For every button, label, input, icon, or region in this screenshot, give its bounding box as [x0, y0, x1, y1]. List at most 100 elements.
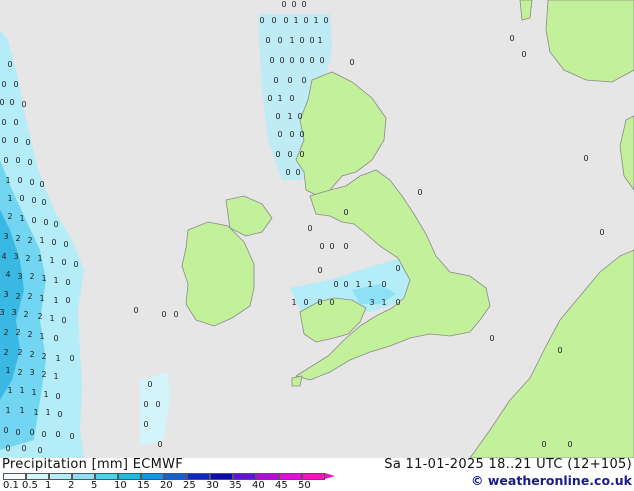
- value-label: 1: [33, 408, 38, 417]
- map-title: Precipitation [mm] ECMWF: [2, 457, 184, 472]
- legend-swatch: [210, 473, 233, 480]
- value-label: 0: [15, 428, 20, 437]
- value-label: 0: [349, 58, 354, 67]
- legend-swatch: [187, 473, 210, 480]
- value-label: 0: [283, 16, 288, 25]
- value-label: 0: [17, 176, 22, 185]
- value-label: 0: [343, 208, 348, 217]
- value-label: 0: [65, 278, 70, 287]
- value-label: 4: [1, 252, 6, 261]
- value-label: 0: [299, 130, 304, 139]
- legend-swatch: [164, 473, 187, 480]
- value-label: 1: [53, 296, 58, 305]
- value-label: 3: [11, 308, 16, 317]
- value-label: 2: [3, 348, 8, 357]
- value-label: 0: [289, 56, 294, 65]
- value-label: 0: [395, 264, 400, 273]
- value-label: 1: [5, 366, 10, 375]
- value-label: 1: [367, 280, 372, 289]
- value-label: 0: [25, 138, 30, 147]
- value-label: 1: [293, 16, 298, 25]
- value-label: 1: [49, 256, 54, 265]
- value-label: 0: [279, 56, 284, 65]
- value-label: 0: [489, 334, 494, 343]
- value-label: 1: [49, 314, 54, 323]
- value-label: 0: [63, 240, 68, 249]
- value-label: 0: [173, 310, 178, 319]
- value-label: 0: [509, 34, 514, 43]
- value-label: 0: [277, 130, 282, 139]
- value-label: 1: [41, 274, 46, 283]
- value-label: 0: [265, 36, 270, 45]
- value-label: 0: [333, 280, 338, 289]
- value-label: 0: [557, 346, 562, 355]
- value-label: 1: [45, 408, 50, 417]
- value-label: 1: [39, 236, 44, 245]
- value-label: 2: [25, 254, 30, 263]
- legend-label: 25: [183, 480, 196, 491]
- value-label: 0: [317, 266, 322, 275]
- value-label: 0: [13, 118, 18, 127]
- weather-map-view: 0001010000001001000000000010010000000000…: [0, 0, 634, 491]
- value-label: 0: [309, 36, 314, 45]
- value-label: 2: [41, 370, 46, 379]
- value-label: 0: [13, 136, 18, 145]
- value-label: 0: [599, 228, 604, 237]
- value-label: 0: [55, 430, 60, 439]
- value-label: 0: [57, 410, 62, 419]
- value-label: 0: [301, 0, 306, 9]
- credit-link[interactable]: © weatheronline.co.uk: [471, 473, 632, 488]
- value-label: 0: [1, 118, 6, 127]
- value-label: 0: [301, 76, 306, 85]
- value-label: 0: [9, 98, 14, 107]
- legend-label: 0.1: [3, 480, 19, 491]
- precipitation-map: 0 0 0 1 0 1 00 0 00 0 1 0 0 10 0 0 0 0 00 0 00 1 00 1 00 0 00 0 00 00…: [0, 0, 634, 458]
- legend-arrow-tip: [325, 473, 335, 479]
- value-label: 0: [0, 98, 5, 107]
- precipitation-legend: 0.1 0.5 1 2 5 10 15 20 25 30 35 40 45 50: [3, 473, 335, 491]
- value-label: 1: [5, 406, 10, 415]
- value-label: 0: [19, 194, 24, 203]
- value-label: 0: [41, 430, 46, 439]
- forecast-datetime: Sa 11-01-2025 18..21 UTC (12+105): [384, 457, 632, 472]
- value-label: 2: [7, 212, 12, 221]
- legend-swatch: [26, 473, 49, 480]
- value-label: 0: [7, 60, 12, 69]
- value-label: 0: [13, 80, 18, 89]
- value-label: 1: [7, 386, 12, 395]
- value-label: 1: [19, 386, 24, 395]
- value-label: 3: [29, 368, 34, 377]
- value-label: 0: [29, 428, 34, 437]
- value-label: 2: [29, 350, 34, 359]
- value-label: 0: [343, 242, 348, 251]
- value-label: 0: [275, 112, 280, 121]
- value-label: 0: [271, 16, 276, 25]
- value-label: 0: [267, 94, 272, 103]
- footer-bar: Precipitation [mm] ECMWF Sa 11-01-2025 1…: [0, 457, 634, 491]
- legend-label: 10: [114, 480, 127, 491]
- value-label: 0: [51, 238, 56, 247]
- value-label: 0: [21, 444, 26, 453]
- legend-swatch: [233, 473, 256, 480]
- value-label: 0: [41, 198, 46, 207]
- value-label: 0: [381, 280, 386, 289]
- value-label: 0: [1, 80, 6, 89]
- value-label: 0: [37, 446, 42, 455]
- value-label: 0: [277, 36, 282, 45]
- value-label: 0: [65, 296, 70, 305]
- value-label: 1: [19, 406, 24, 415]
- value-label: 2: [27, 292, 32, 301]
- legend-label: 45: [275, 480, 288, 491]
- value-label: 2: [15, 234, 20, 243]
- value-label: 0: [295, 168, 300, 177]
- value-label: 0: [15, 156, 20, 165]
- legend-label: 1: [45, 480, 52, 491]
- value-label: 0: [31, 216, 36, 225]
- value-label: 0: [143, 420, 148, 429]
- value-label: 0: [21, 100, 26, 109]
- value-label: 0: [273, 76, 278, 85]
- value-label: 2: [17, 368, 22, 377]
- value-label: 0: [329, 298, 334, 307]
- value-label: 0: [289, 94, 294, 103]
- value-label: 1: [55, 354, 60, 363]
